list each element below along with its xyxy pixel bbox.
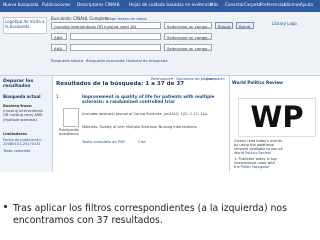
top-nav-bar: Nueva búsqueda Publicaciones Descriptore… (0, 0, 320, 12)
logo-text: Logotipo de Visita a la búsqueda (5, 19, 45, 29)
limiter-date[interactable]: Fecha de publicación: 20080101-20170131 (3, 138, 49, 146)
boolean-query: (nursing interventions OR nursing care) … (3, 109, 43, 122)
nav-cinahl-descriptors[interactable]: Descriptores CINAHL (77, 2, 120, 7)
nav-evidence-sheets[interactable]: Hojas de cuidado basadas en evidencia (129, 2, 212, 7)
results-panel: Resultados de la búsqueda: 1 a 37 de 37 … (56, 76, 226, 172)
result-title-link[interactable]: Improvement in quality of life for patie… (82, 94, 222, 104)
document-thumbnail-icon (63, 108, 79, 127)
field-select-2[interactable]: Seleccione un campo... (164, 33, 212, 40)
util-preferences[interactable]: Preferencias (260, 2, 286, 7)
bullet-point-icon (4, 205, 7, 208)
wp-logo: WP (238, 98, 316, 137)
nav-publications[interactable]: Publicaciones (42, 2, 70, 7)
util-help[interactable]: Ayuda (300, 2, 313, 7)
nav-new-search[interactable]: Nueva búsqueda (3, 2, 38, 7)
util-languages[interactable]: Idiomas (284, 2, 300, 7)
util-connect[interactable]: Conectar (225, 2, 244, 7)
bool-select-3[interactable]: AND (51, 44, 67, 51)
advertisement-panel: World Politics Review WP Clearly read to… (229, 76, 320, 172)
refine-sidebar: Depurar los resultados Búsqueda actual B… (0, 76, 53, 172)
bool-select-2[interactable]: AND (51, 33, 67, 40)
search-history-link[interactable]: Historial de búsqueda (126, 58, 168, 63)
search-field-1[interactable]: (nursing interventions OR nursing care) … (51, 22, 161, 29)
slide-caption: Tras aplicar los filtros correspondiente… (13, 203, 287, 226)
ad-line-4[interactable]: World Politics Review (234, 151, 271, 155)
results-heading: Resultados de la búsqueda: 1 a 37 de 37 (56, 81, 185, 87)
advanced-search-link[interactable]: Búsqueda avanzada (86, 58, 124, 63)
limiter-fulltext[interactable]: Texto completo (3, 149, 30, 153)
search-field-3[interactable] (70, 44, 161, 51)
choose-databases-link[interactable]: Elegir bases de datos (106, 16, 147, 21)
boolean-label: Boolean/frase: (3, 104, 33, 108)
util-folder[interactable]: Carpeta (244, 2, 261, 7)
ad-line-7[interactable]: the Politic Navigator (234, 165, 269, 169)
thumb-label: Publicación académica (59, 128, 80, 137)
library-logo: Library Logo (272, 21, 297, 26)
ad-title: World Politics Review (232, 80, 283, 85)
search-button[interactable]: Buscar (215, 22, 233, 29)
site-logo: Logotipo de Visita a la búsqueda (3, 17, 47, 34)
result-item: 1. Publicación académica Improvement in … (56, 94, 224, 150)
result-number: 1. (56, 94, 60, 99)
share-menu[interactable]: Compartir (206, 76, 225, 81)
nav-more[interactable]: Más (210, 2, 218, 7)
refine-title: Depurar los resultados (3, 79, 34, 89)
chevron-down-icon: ▾ (171, 76, 174, 81)
pdf-fulltext-link[interactable]: Texto completo en PDF (82, 139, 125, 144)
searching-label: Buscando: CINAHL Complete (51, 16, 109, 21)
search-field-2[interactable] (70, 33, 161, 40)
cite-link[interactable]: Cite (138, 139, 146, 144)
basic-search-link[interactable]: Búsqueda básica (51, 58, 83, 63)
field-select-3[interactable]: Seleccione un campo... (164, 44, 212, 51)
current-search-title: Búsqueda actual (3, 94, 41, 99)
clear-button[interactable]: Borrar (236, 22, 254, 29)
result-subjects: Materias: Quality of Life; Multiple Scle… (82, 125, 197, 129)
result-meta: (includes abstract) Journal of Caring Sc… (82, 112, 208, 116)
field-select-1[interactable]: Seleccione un campo... (164, 22, 212, 29)
sort-relevance[interactable]: Relevance (151, 76, 171, 81)
limiters-label: Limitadores (3, 132, 28, 136)
